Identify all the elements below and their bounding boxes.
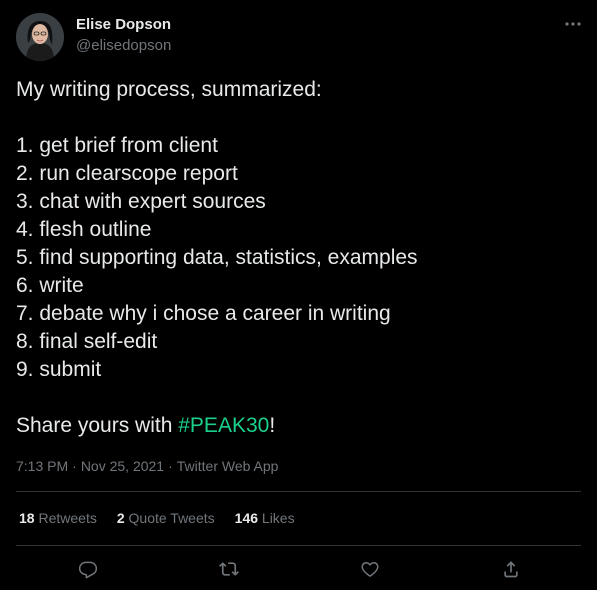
tweet-closing-line: Share yours with #PEAK30! xyxy=(16,412,581,440)
tweet-source[interactable]: Twitter Web App xyxy=(177,458,279,474)
profile-photo-icon xyxy=(16,13,64,61)
hashtag-link[interactable]: #PEAK30 xyxy=(178,414,269,437)
avatar[interactable] xyxy=(16,13,64,61)
likes-count: 146 xyxy=(234,510,259,526)
quote-count: 2 xyxy=(116,510,125,526)
meta-separator: · xyxy=(168,458,173,474)
quote-tweets-stat[interactable]: 2 Quote Tweets xyxy=(117,510,215,526)
tweet-date[interactable]: Nov 25, 2021 xyxy=(81,458,164,474)
reply-icon xyxy=(78,561,98,579)
retweets-stat[interactable]: 18 Retweets xyxy=(19,510,97,526)
more-options-button[interactable] xyxy=(561,14,585,34)
likes-label: Likes xyxy=(261,510,295,526)
closing-prefix: Share yours with xyxy=(16,414,179,437)
closing-suffix: ! xyxy=(269,414,276,437)
quote-label: Quote Tweets xyxy=(128,510,215,526)
author-name[interactable]: Elise Dopson xyxy=(76,16,171,33)
tweet-line: My writing process, summarized: xyxy=(16,78,322,101)
retweets-count: 18 xyxy=(19,510,35,526)
reply-button[interactable] xyxy=(73,554,103,584)
share-button[interactable] xyxy=(496,554,526,584)
tweet-line: 1. get brief from client xyxy=(16,134,218,157)
tweet-time[interactable]: 7:13 PM xyxy=(16,458,68,474)
tweet-line: 7. debate why i chose a career in writin… xyxy=(16,302,391,325)
tweet-line: 6. write xyxy=(16,274,84,297)
divider xyxy=(16,545,581,546)
likes-stat[interactable]: 146 Likes xyxy=(235,510,295,526)
divider xyxy=(16,491,581,492)
tweet-card: Elise Dopson @elisedopson My writing pro… xyxy=(0,0,597,590)
tweet-line: 8. final self-edit xyxy=(16,330,158,353)
more-icon xyxy=(565,22,581,26)
retweet-button[interactable] xyxy=(214,554,244,584)
share-icon xyxy=(504,561,518,578)
tweet-line xyxy=(16,384,581,412)
tweet-line: 5. find supporting data, statistics, exa… xyxy=(16,246,418,269)
retweets-label: Retweets xyxy=(38,510,97,526)
tweet-text: My writing process, summarized: 1. get b… xyxy=(16,76,581,440)
tweet-line: 3. chat with expert sources xyxy=(16,190,266,213)
retweet-icon xyxy=(219,562,239,576)
like-button[interactable] xyxy=(355,554,385,584)
tweet-meta: 7:13 PM · Nov 25, 2021 · Twitter Web App xyxy=(16,458,278,474)
heart-icon xyxy=(361,562,379,577)
author-handle[interactable]: @elisedopson xyxy=(76,37,171,54)
tweet-line xyxy=(16,104,581,132)
tweet-actions xyxy=(0,554,597,584)
tweet-line: 4. flesh outline xyxy=(16,218,152,241)
meta-separator: · xyxy=(72,458,77,474)
tweet-line: 2. run clearscope report xyxy=(16,162,238,185)
tweet-line: 9. submit xyxy=(16,358,102,381)
tweet-stats: 18 Retweets 2 Quote Tweets 146 Likes xyxy=(19,510,295,526)
